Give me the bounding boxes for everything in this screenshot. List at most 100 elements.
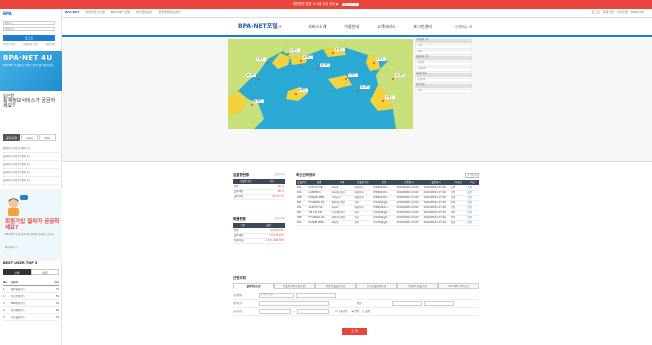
english-link[interactable]: ENGLISH — [631, 11, 644, 15]
portal-banner-desc: BPA-NET 포털에서 다양한 서비스를 이용하세요 — [3, 64, 54, 68]
signup-guide-more-link[interactable]: 바로가기 > — [5, 246, 17, 249]
id-input[interactable] — [3, 21, 55, 25]
signup-link-top[interactable]: 회원가입 — [603, 11, 614, 15]
tab-search[interactable]: 컨테이너화물조회 — [397, 283, 438, 290]
rank: 3 — [3, 301, 5, 305]
date-to-input[interactable] — [297, 309, 330, 315]
list-item[interactable]: 홈페이지 확장 안내입니다 — [3, 161, 59, 169]
search-button[interactable]: 조 회 — [342, 328, 367, 335]
port-input[interactable] — [392, 301, 422, 307]
side-block[interactable]: 선박현황 보기 — [415, 38, 472, 43]
side-item[interactable]: 기타 — [415, 89, 472, 94]
port-input-2[interactable] — [424, 301, 454, 307]
find-id-link[interactable]: 아이디 찾기 — [3, 43, 15, 46]
berth-label[interactable]: 2 부두 — [291, 48, 299, 52]
side-block[interactable]: 터미널 정보 — [415, 72, 472, 77]
site-tab-bpanet[interactable]: BPA-NET — [62, 9, 82, 18]
port-map[interactable]: 1 부두 2 부두 3 부두 4 부두 5 부두 6 부두 7 부두 8 부두 … — [228, 39, 413, 129]
tab-qna[interactable]: Q&A — [21, 134, 38, 141]
nav-service-intro[interactable]: 서비스소개 — [308, 24, 326, 30]
list-item[interactable]: 홈페이지 확장 안내입니다 — [3, 177, 59, 185]
berth-label[interactable]: 8 부두 — [299, 88, 307, 92]
signup-link[interactable]: 회원가입 — [46, 43, 55, 46]
promo-link-button[interactable]: 바로가기 > — [341, 2, 360, 7]
nav-center[interactable]: 포그인센터 — [414, 24, 432, 30]
find-pw-link[interactable]: 비밀번호 찾기 — [23, 43, 38, 46]
table-row: 합계/취급 4,671,960 TEU — [233, 238, 285, 244]
condition-input[interactable] — [259, 301, 329, 307]
portal-banner[interactable]: BPA·NET 4U BPA-NET 포털에서 다양한 서비스를 이용하세요 — [0, 51, 62, 91]
sitemap-link[interactable]: 사이트맵 — [617, 11, 628, 15]
radio-selected-icon[interactable]: ◉ — [352, 310, 354, 313]
user-name: 한국해운(주) — [11, 308, 25, 312]
tab-search[interactable]: 반입/반출물량조회 — [315, 283, 356, 290]
main-header: BPA-NET포털◔ 서비스소개 이용안내 고객서비스 포그인센터 전체메뉴 ☰ — [62, 18, 652, 37]
user-name: 동남물류(주) — [11, 315, 25, 319]
tab-faq[interactable]: FAQ — [39, 134, 56, 141]
table-cell: KVL — [296, 220, 308, 226]
side-item[interactable]: 신항 — [415, 44, 472, 49]
stats-banner-sub: 통계정보서비스가 궁금하세요? — [3, 97, 56, 110]
portal-logo[interactable]: BPA-NET포털◔ — [238, 23, 281, 30]
field-label: 항만 — [357, 302, 362, 306]
user-name: 부산선박(주) — [11, 294, 25, 298]
signup-guide-title: 회원가입 절차가 궁금하세요? — [5, 219, 60, 231]
site-tab-port[interactable]: 항만관리시스템 — [82, 9, 107, 18]
nav-customer-service[interactable]: 고객서비스 — [377, 24, 395, 30]
berth-label[interactable]: 10 부두 — [247, 73, 257, 77]
list-item[interactable]: 홈페이지 확장 안내입니다 — [3, 145, 59, 153]
search-item-select[interactable]: 선박명(호출) — [259, 293, 294, 299]
date-from-input[interactable] — [259, 309, 291, 315]
tab-search[interactable]: 선석/화물현황조회 — [356, 283, 397, 290]
berth-label[interactable]: 6 부두 — [377, 57, 385, 61]
berth-label[interactable]: 1 부두 — [257, 57, 265, 61]
site-tab-logistics[interactable]: 항만물류정보센터 — [155, 9, 183, 18]
site-tab-portal[interactable]: BPA-NET 포털 — [108, 9, 133, 18]
tab-notice[interactable]: 공지사항 — [3, 134, 20, 141]
col-no: No — [3, 280, 7, 284]
main-nav: 서비스소개 이용안내 고객서비스 포그인센터 — [308, 24, 432, 30]
login-link[interactable]: 로그인 — [591, 11, 599, 15]
rank: 4 — [3, 308, 5, 312]
list-item[interactable]: 홈페이지 확장 안내입니다 — [3, 169, 59, 177]
checkbox-icon[interactable]: ☐ — [335, 310, 337, 313]
list-item[interactable]: 홈페이지 확장 안내입니다 — [3, 153, 59, 161]
map-side-panel: 선박현황 보기 신항 북항 화물현황 보기 감천항 다대포항 터미널 정보 용호… — [415, 38, 472, 129]
tab-search[interactable]: 출항정보조회 — [233, 283, 274, 290]
all-menu-button[interactable]: 전체메뉴 ☰ — [455, 25, 472, 29]
board-tabs: 공지사항 Q&A FAQ — [3, 134, 56, 141]
rank: 2 — [3, 294, 5, 298]
signup-guide-banner[interactable]: ··· 회원가입 절차가 궁금하세요? BPA-NET 포털 회원가입 절차를 … — [0, 189, 62, 261]
berth-label[interactable]: 9 부두 — [255, 99, 263, 103]
tab-best-cargo[interactable]: 화물 — [31, 269, 59, 275]
berth-label[interactable]: 11 부두 — [361, 85, 371, 89]
berth-label[interactable]: 5 부두 — [349, 73, 357, 77]
berth-label[interactable]: 12 부두 — [321, 63, 331, 67]
side-item[interactable]: 감천항 — [415, 61, 472, 66]
berth-label[interactable]: 4 부두 — [336, 47, 344, 51]
tab-search[interactable]: GICOMS 선박조회 — [438, 283, 479, 290]
table-row[interactable]: KVL HANJIN MER.. 파나마 한국 [2016]6월2... 2016/08/… — [296, 220, 479, 226]
stats-banner[interactable]: 부산항 통계정보서비스가 궁금하세요? — [3, 93, 59, 110]
login-button[interactable]: 로그인 — [3, 35, 55, 41]
character-icon — [8, 198, 19, 216]
berth-label[interactable]: 13 부두 — [396, 73, 406, 77]
tab-best-ship[interactable]: 선박 — [3, 269, 31, 275]
password-input[interactable] — [3, 27, 55, 31]
nav-usage-guide[interactable]: 이용안내 — [344, 24, 359, 30]
table-cell: 감천 — [449, 220, 467, 226]
recent-more-button[interactable]: + 더보기 — [465, 173, 479, 178]
search-item-input[interactable] — [296, 293, 336, 299]
site-tab-bpa[interactable]: 부산항만공사 — [133, 9, 156, 18]
sidebar-logo[interactable]: BPA — [3, 11, 12, 17]
radio-icon[interactable]: ○ — [362, 310, 364, 313]
table-cell: 입항 — [466, 220, 479, 226]
tab-search[interactable]: 입출항현황(공정조회) — [274, 283, 315, 290]
table-cell: 파나마 — [330, 220, 354, 226]
side-block[interactable]: 화물현황 보기 — [415, 55, 472, 60]
side-block[interactable]: 항만 정보 — [415, 83, 472, 88]
berth-label[interactable]: 3 부두 — [304, 55, 312, 59]
berth-label[interactable]: 7 부두 — [386, 95, 394, 99]
table-cell: HANJIN MER.. — [307, 220, 331, 226]
user-name: BPA항만(주) — [11, 301, 25, 305]
